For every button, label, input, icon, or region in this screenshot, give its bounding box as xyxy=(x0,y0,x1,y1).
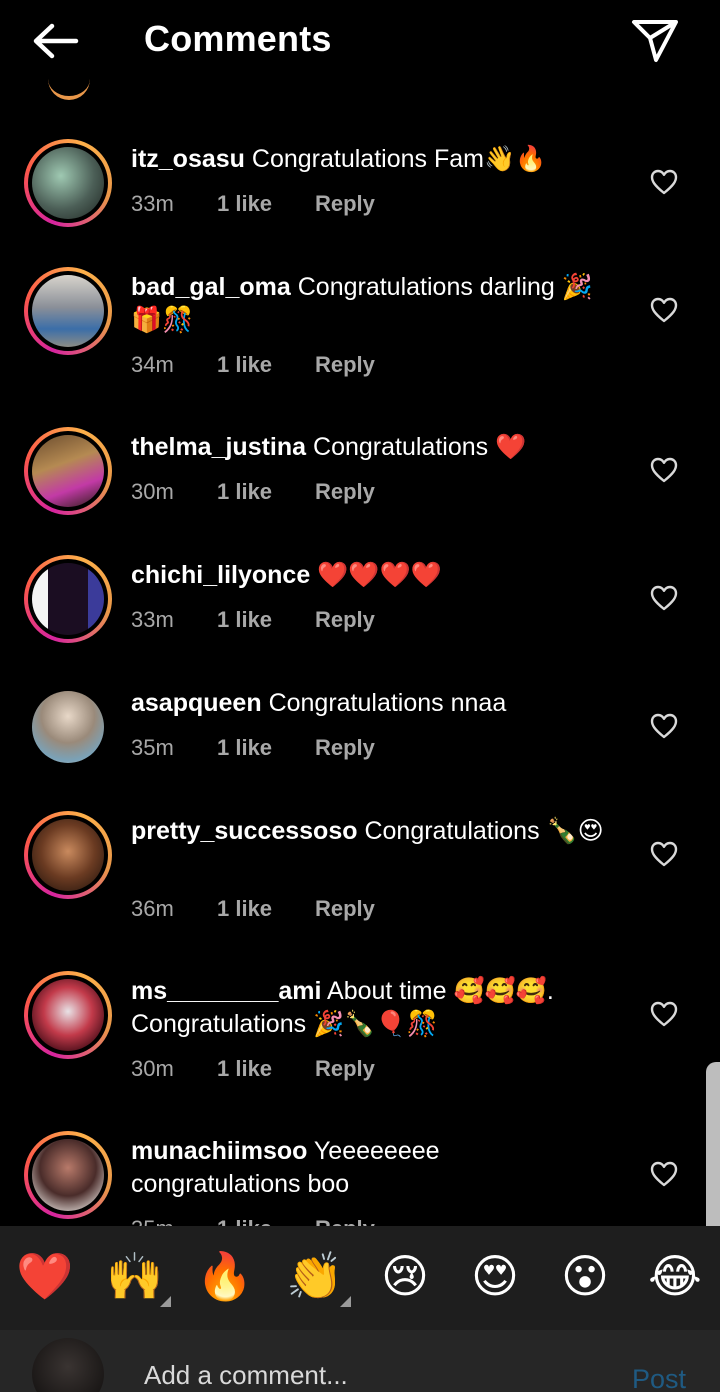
comment-likes[interactable]: 1 like xyxy=(217,191,315,217)
reply-button[interactable]: Reply xyxy=(315,1056,375,1082)
top-bar: Comments xyxy=(0,0,720,100)
reaction-raised-hands-button[interactable]: 🙌 xyxy=(104,1248,166,1304)
comment-text: thelma_justina Congratulations ❤️ xyxy=(131,431,611,464)
current-user-avatar xyxy=(32,1338,104,1392)
avatar[interactable] xyxy=(24,139,112,227)
reaction-clap-button[interactable]: 👏 xyxy=(284,1248,346,1304)
comment-username[interactable]: chichi_lilyonce xyxy=(131,561,310,589)
like-heart-icon[interactable] xyxy=(650,169,678,195)
comment-username[interactable]: thelma_justina xyxy=(131,433,306,461)
reply-button[interactable]: Reply xyxy=(315,607,375,633)
reaction-heart-eyes-button[interactable]: 😍 xyxy=(464,1248,526,1304)
page-title: Comments xyxy=(144,18,332,59)
comment-text: ms________ami About time 🥰🥰🥰. Congratula… xyxy=(131,975,611,1041)
quick-reaction-bar: ❤️ 🙌 🔥 👏 😢 😍 😮 😂 xyxy=(0,1226,720,1330)
avatar[interactable] xyxy=(24,267,112,355)
comment-body: ❤️❤️❤️❤️ xyxy=(317,561,442,589)
comment-time: 35m xyxy=(131,735,174,760)
reaction-fire-button[interactable]: 🔥 xyxy=(194,1248,256,1304)
comment-likes[interactable]: 1 like xyxy=(217,735,315,761)
avatar[interactable] xyxy=(24,971,112,1059)
add-comment-input[interactable] xyxy=(144,1358,584,1392)
comment-meta: 33m 1 like Reply xyxy=(131,607,375,633)
comment-meta: 34m 1 like Reply xyxy=(131,352,375,378)
comment-likes[interactable]: 1 like xyxy=(217,479,315,505)
like-heart-icon[interactable] xyxy=(650,585,678,611)
reaction-crying-button[interactable]: 😢 xyxy=(374,1248,436,1304)
comment-text: asapqueen Congratulations nnaa xyxy=(131,687,611,720)
comment-body: Congratulations ❤️ xyxy=(313,433,527,461)
direct-share-icon[interactable] xyxy=(630,18,680,64)
comment-username[interactable]: bad_gal_oma xyxy=(131,273,291,301)
comment-time: 33m xyxy=(131,607,174,632)
comment-body: Congratulations Fam👋🔥 xyxy=(251,145,547,173)
skin-tone-indicator-icon xyxy=(160,1296,171,1307)
comment-body: Congratulations nnaa xyxy=(268,689,507,717)
comment-meta: 35m 1 likeReply xyxy=(131,735,375,761)
post-button[interactable]: Post xyxy=(632,1364,686,1392)
avatar[interactable] xyxy=(24,811,112,899)
comment-text: bad_gal_oma Congratulations darling 🎉🎁🎊 xyxy=(131,271,611,337)
reaction-laughing-button[interactable]: 😂 xyxy=(644,1248,706,1304)
comment-meta: 35m1 likeReply xyxy=(131,1216,375,1226)
comment-username[interactable]: pretty_successoso xyxy=(131,817,358,845)
comment-meta: 33m 1 like Reply xyxy=(131,191,375,217)
comment-time: 30m xyxy=(131,479,174,504)
reply-button[interactable]: Reply xyxy=(315,479,375,505)
comment-time: 35m xyxy=(131,1216,217,1226)
comment-body: Congratulations 🍾😍 xyxy=(364,817,604,845)
reaction-surprised-button[interactable]: 😮 xyxy=(554,1248,616,1304)
comment-time: 34m xyxy=(131,352,174,377)
comment-text: munachiimsoo Yeeeeeeee congratulations b… xyxy=(131,1135,491,1201)
comment-likes[interactable]: 1 like xyxy=(217,352,315,378)
comment-text: itz_osasu Congratulations Fam👋🔥 xyxy=(131,143,611,176)
avatar[interactable] xyxy=(24,1131,112,1219)
like-heart-icon[interactable] xyxy=(650,1001,678,1027)
comment-username[interactable]: itz_osasu xyxy=(131,145,245,173)
avatar[interactable] xyxy=(24,683,112,771)
comment-likes[interactable]: 1 like xyxy=(217,1216,315,1226)
comment-likes[interactable]: 1 like xyxy=(217,896,315,922)
comment-time: 33m xyxy=(131,191,174,216)
back-arrow-icon[interactable] xyxy=(30,20,82,62)
comment-time: 30m xyxy=(131,1056,174,1081)
avatar[interactable] xyxy=(24,427,112,515)
like-heart-icon[interactable] xyxy=(650,1161,678,1187)
reply-button[interactable]: Reply xyxy=(315,896,375,922)
comment-composer: Post xyxy=(0,1330,720,1392)
comments-list[interactable]: itz_osasu Congratulations Fam👋🔥 33m 1 lik… xyxy=(0,84,720,1226)
like-heart-icon[interactable] xyxy=(650,713,678,739)
comment-username[interactable]: asapqueen xyxy=(131,689,262,717)
avatar[interactable] xyxy=(24,555,112,643)
comment-username[interactable]: munachiimsoo xyxy=(131,1137,307,1165)
reply-button[interactable]: Reply xyxy=(315,1216,375,1226)
comment-likes[interactable]: 1 like xyxy=(217,607,315,633)
like-heart-icon[interactable] xyxy=(650,457,678,483)
comment-likes[interactable]: 1 like xyxy=(217,1056,315,1082)
comment-username[interactable]: ms________ami xyxy=(131,977,321,1005)
reaction-heart-button[interactable]: ❤️ xyxy=(14,1248,76,1304)
comment-meta: 30m 1 like Reply xyxy=(131,1056,375,1082)
reply-button[interactable]: Reply xyxy=(315,735,375,761)
comment-meta: 30m 1 like Reply xyxy=(131,479,375,505)
comment-meta: 36m 1 like Reply xyxy=(131,896,375,922)
comment-text: pretty_successoso Congratulations 🍾😍 xyxy=(131,815,611,848)
like-heart-icon[interactable] xyxy=(650,841,678,867)
comment-time: 36m xyxy=(131,896,174,921)
like-heart-icon[interactable] xyxy=(650,297,678,323)
reply-button[interactable]: Reply xyxy=(315,352,375,378)
comment-text: chichi_lilyonce ❤️❤️❤️❤️ xyxy=(131,559,611,592)
skin-tone-indicator-icon xyxy=(340,1296,351,1307)
reply-button[interactable]: Reply xyxy=(315,191,375,217)
